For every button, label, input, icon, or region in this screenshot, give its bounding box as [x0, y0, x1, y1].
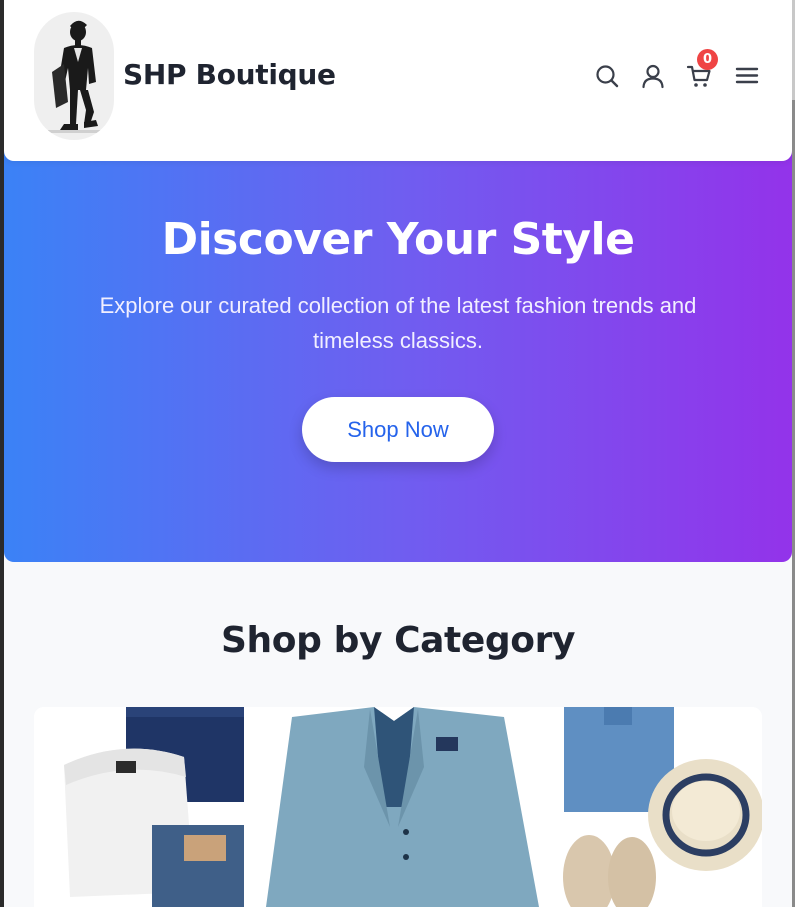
site-header: SHP Boutique 0 — [4, 0, 792, 161]
cart-count-badge: 0 — [697, 49, 718, 70]
account-button[interactable] — [639, 62, 667, 90]
brand-logo[interactable] — [34, 12, 114, 140]
search-button[interactable] — [593, 62, 621, 90]
category-section-title: Shop by Category — [220, 620, 576, 661]
hero-title: Discover Your Style — [161, 214, 635, 265]
shop-now-button[interactable]: Shop Now — [302, 397, 494, 462]
menu-icon — [735, 67, 759, 84]
category-card[interactable] — [34, 707, 762, 907]
clothing-flatlay-image — [34, 707, 762, 907]
brand-name[interactable]: SHP Boutique — [123, 58, 336, 91]
page: SHP Boutique 0 Discover Your Style Explo… — [4, 0, 792, 907]
search-icon — [596, 65, 619, 88]
user-icon — [642, 64, 664, 89]
menu-button[interactable] — [733, 62, 761, 90]
fashion-model-logo-icon — [48, 20, 104, 133]
hero-subtitle: Explore our curated collection of the la… — [99, 293, 697, 353]
hero-banner: Discover Your Style Explore our curated … — [4, 150, 792, 562]
